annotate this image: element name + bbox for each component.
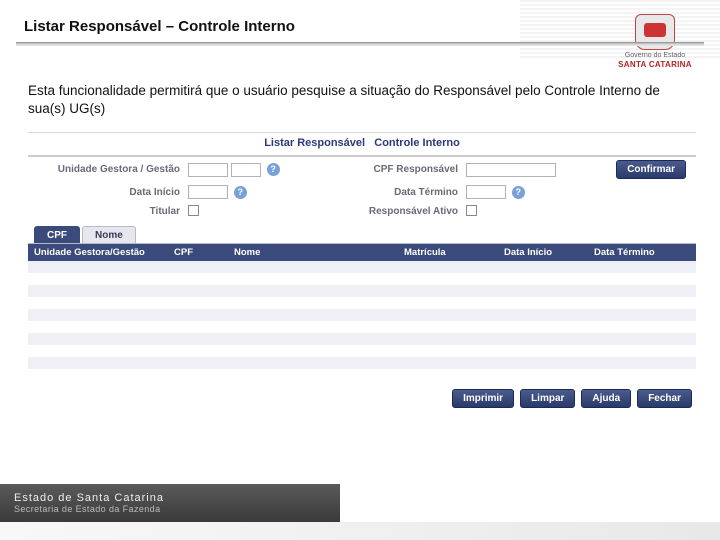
- footer-line1: Estado de Santa Catarina: [14, 492, 326, 504]
- table-row: [28, 297, 696, 309]
- input-data-inicio[interactable]: [188, 185, 228, 199]
- help-icon[interactable]: ?: [267, 163, 280, 176]
- table-row: [28, 285, 696, 297]
- tab-nome[interactable]: Nome: [82, 226, 136, 243]
- label-titular: Titular: [34, 206, 184, 217]
- table-row: [28, 261, 696, 273]
- app-title-bar: Listar Responsável Controle Interno: [28, 133, 696, 157]
- table-row: [28, 309, 696, 321]
- col-ug: Unidade Gestora/Gestão: [34, 247, 174, 258]
- label-data-inicio: Data Início: [34, 187, 184, 198]
- table-row: [28, 369, 696, 381]
- action-bar: Imprimir Limpar Ajuda Fechar: [28, 381, 696, 408]
- table-row: [28, 333, 696, 345]
- tab-cpf[interactable]: CPF: [34, 226, 80, 243]
- input-unidade-gestora[interactable]: [188, 163, 228, 177]
- filter-row-1: Unidade Gestora / Gestão ? CPF Responsáv…: [28, 157, 696, 182]
- filter-row-2: Data Início ? Data Término ?: [28, 182, 696, 202]
- label-cpf: CPF Responsável: [342, 164, 462, 175]
- imprimir-button[interactable]: Imprimir: [452, 389, 514, 408]
- table-row: [28, 321, 696, 333]
- app-panel: Listar Responsável Controle Interno Unid…: [28, 132, 696, 407]
- confirmar-button[interactable]: Confirmar: [616, 160, 686, 179]
- page-title: Listar Responsável – Controle Interno: [24, 14, 295, 35]
- ajuda-button[interactable]: Ajuda: [581, 389, 631, 408]
- tab-row: CPF Nome: [28, 226, 696, 244]
- footer-shine: [0, 522, 720, 540]
- grid-body: [28, 261, 696, 381]
- page-description: Esta funcionalidade permitirá que o usuá…: [0, 68, 720, 128]
- col-data-inicio: Data Início: [504, 247, 594, 258]
- filter-row-3: Titular Responsável Ativo: [28, 202, 696, 219]
- table-row: [28, 357, 696, 369]
- col-nome: Nome: [234, 247, 404, 258]
- app-title-main: Listar Responsável: [264, 137, 365, 149]
- col-matricula: Matrícula: [404, 247, 504, 258]
- page-header: Listar Responsável – Controle Interno Go…: [0, 0, 720, 68]
- grid-header: Unidade Gestora/Gestão CPF Nome Matrícul…: [28, 244, 696, 261]
- help-icon[interactable]: ?: [234, 186, 247, 199]
- col-cpf: CPF: [174, 247, 234, 258]
- limpar-button[interactable]: Limpar: [520, 389, 575, 408]
- label-resp-ativo: Responsável Ativo: [342, 206, 462, 217]
- app-title-sub: Controle Interno: [374, 137, 460, 149]
- input-cpf[interactable]: [466, 163, 556, 177]
- label-unidade: Unidade Gestora / Gestão: [34, 164, 184, 175]
- fechar-button[interactable]: Fechar: [637, 389, 692, 408]
- input-data-termino[interactable]: [466, 185, 506, 199]
- col-data-termino: Data Término: [594, 247, 690, 258]
- input-gestao[interactable]: [231, 163, 261, 177]
- footer-bar: Estado de Santa Catarina Secretaria de E…: [0, 484, 340, 522]
- checkbox-resp-ativo[interactable]: [466, 205, 477, 216]
- footer-line2: Secretaria de Estado da Fazenda: [14, 504, 326, 514]
- label-data-termino: Data Término: [342, 187, 462, 198]
- title-underline: [16, 42, 704, 46]
- table-row: [28, 273, 696, 285]
- table-row: [28, 345, 696, 357]
- crest-state: SANTA CATARINA: [610, 60, 700, 69]
- crest-subtitle: Governo do Estado: [610, 52, 700, 60]
- help-icon[interactable]: ?: [512, 186, 525, 199]
- checkbox-titular[interactable]: [188, 205, 199, 216]
